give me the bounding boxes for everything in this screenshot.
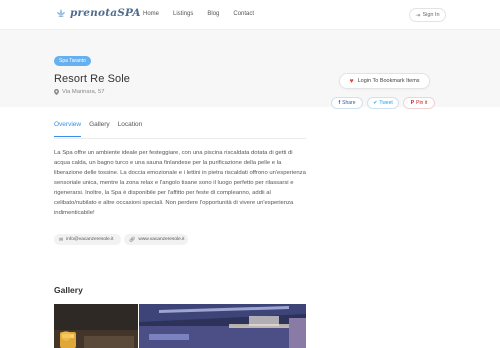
gallery-strip bbox=[54, 304, 306, 348]
pool-area-photo bbox=[139, 304, 306, 348]
sign-in-button[interactable]: ⇥ Sign In bbox=[409, 8, 446, 22]
listing-description: La Spa offre un ambiente ideale per fest… bbox=[54, 150, 306, 216]
twitter-icon: ✔ bbox=[373, 100, 378, 106]
share-pinterest-button[interactable]: P Pin it bbox=[403, 97, 435, 109]
gallery-photo[interactable] bbox=[139, 304, 306, 348]
logo-text: prenotaSPA bbox=[70, 7, 141, 19]
email-text: info@vacanzeresole.it bbox=[66, 237, 114, 242]
envelope-icon: ✉ bbox=[59, 236, 64, 243]
site-logo[interactable]: prenotaSPA bbox=[55, 7, 141, 19]
bookmark-button[interactable]: ♥ Login To Bookmark Items bbox=[339, 73, 430, 89]
bookmark-label: Login To Bookmark Items bbox=[357, 78, 420, 84]
sign-in-label: Sign In bbox=[422, 12, 440, 18]
nav-blog[interactable]: Blog bbox=[207, 11, 219, 17]
listing-hero bbox=[0, 30, 500, 107]
main-nav: Home Listings Blog Contact bbox=[143, 11, 268, 17]
nav-contact[interactable]: Contact bbox=[233, 11, 254, 17]
tab-overview[interactable]: Overview bbox=[54, 121, 82, 137]
pinterest-icon: P bbox=[410, 100, 415, 106]
email-chip[interactable]: ✉ info@vacanzeresole.it bbox=[54, 234, 121, 245]
gallery-photo[interactable] bbox=[54, 304, 138, 348]
share-twitter-button[interactable]: ✔ Tweet bbox=[367, 97, 399, 109]
nav-home[interactable]: Home bbox=[143, 11, 159, 17]
map-pin-icon bbox=[54, 89, 59, 95]
listing-title: Resort Re Sole bbox=[54, 73, 130, 85]
site-header: prenotaSPA Home Listings Blog Contact ⇥ … bbox=[0, 0, 500, 30]
gallery-heading: Gallery bbox=[54, 285, 83, 295]
heart-icon: ♥ bbox=[349, 77, 354, 85]
listing-tabs: Overview Gallery Location bbox=[54, 121, 150, 137]
address-text: Via Marinara, 57 bbox=[62, 89, 105, 95]
category-tag[interactable]: Spa Taranto bbox=[54, 56, 91, 66]
facebook-icon: f bbox=[338, 100, 341, 106]
nav-listings[interactable]: Listings bbox=[173, 11, 193, 17]
tab-gallery[interactable]: Gallery bbox=[89, 121, 110, 137]
website-chip[interactable]: 🔗︎ www.vacanzeresole.it bbox=[124, 234, 188, 245]
tab-location[interactable]: Location bbox=[118, 121, 143, 137]
share-twitter-label: Tweet bbox=[379, 100, 393, 106]
link-icon: 🔗︎ bbox=[129, 236, 136, 243]
tabs-divider bbox=[54, 138, 306, 139]
spa-interior-photo bbox=[54, 304, 138, 348]
sign-in-icon: ⇥ bbox=[415, 12, 421, 19]
share-pinterest-label: Pin it bbox=[416, 100, 428, 106]
listing-address: Via Marinara, 57 bbox=[54, 89, 104, 95]
lotus-logo-icon bbox=[57, 9, 65, 17]
website-text: www.vacanzeresole.it bbox=[138, 237, 185, 242]
share-facebook-label: Share bbox=[342, 100, 356, 106]
share-facebook-button[interactable]: f Share bbox=[331, 97, 363, 109]
